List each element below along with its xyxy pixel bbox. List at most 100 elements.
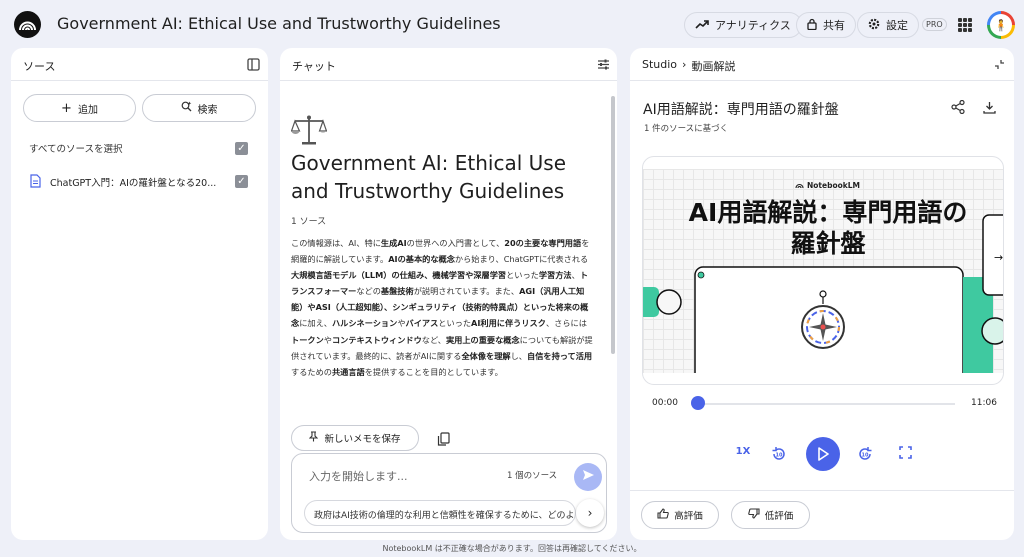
analytics-button[interactable]: アナリティクス (684, 12, 802, 38)
person-icon: 🧍 (990, 14, 1012, 36)
collapse-icon[interactable] (993, 58, 1006, 71)
add-source-button[interactable]: + 追加 (23, 94, 136, 122)
play-icon (818, 447, 829, 461)
share-button[interactable]: 共有 (796, 12, 856, 38)
forward-10-label: 10 (862, 453, 869, 459)
chevron-right-icon: › (682, 58, 687, 71)
pin-icon (309, 431, 319, 445)
studio-panel: Studio › 動画解説 AI用語解説：専門用語の羅針盤 1 件のソースに基づ… (630, 48, 1014, 540)
gear-icon (868, 18, 880, 33)
apps-grid-icon[interactable] (958, 18, 972, 32)
like-button[interactable]: 高評価 (641, 501, 719, 529)
summary-text: に加え、 (299, 318, 332, 329)
summary-text: し、 (510, 350, 527, 361)
source-item[interactable]: ChatGPT入門：AIの羅針盤となる20... ✓ (11, 170, 268, 194)
plus-icon: + (61, 100, 72, 116)
analytics-label: アナリティクス (715, 19, 791, 32)
summary-text: や (323, 334, 332, 345)
studio-divider (630, 490, 1014, 491)
send-button[interactable] (574, 463, 602, 491)
rewind-10-button[interactable]: 10 (770, 446, 788, 462)
sources-header: ソース (11, 48, 268, 81)
summary-bold-text: 実用上の重要な概念 (445, 334, 520, 345)
chat-input[interactable]: 入力を開始します... (309, 468, 408, 484)
video-illustration: → (643, 214, 1003, 373)
rewind-10-icon: 10 (772, 447, 785, 460)
summary-bold-text: AIの基本的な概念 (388, 254, 455, 265)
thumbs-down-icon (747, 508, 760, 522)
source-item-checkbox[interactable]: ✓ (235, 175, 248, 188)
pro-badge: PRO (922, 18, 947, 31)
summary-bold-text: 大規模言語モデル（LLM）の仕組み、機械学習や深層学習 (291, 270, 507, 281)
save-memo-label: 新しいメモを保存 (324, 434, 401, 445)
svg-text:→: → (994, 251, 1003, 264)
share-icon[interactable] (950, 99, 966, 115)
breadcrumb-current: 動画解説 (691, 60, 736, 73)
notebook-title[interactable]: Government AI: Ethical Use and Trustwort… (57, 14, 501, 33)
rewind-10-label: 10 (776, 453, 783, 459)
save-memo-button[interactable]: 新しいメモを保存 (291, 425, 419, 451)
source-summary: この情報源は、AI、特に生成AIの世界への入門書として、20の主要な専門用語を網… (291, 235, 594, 380)
share-label: 共有 (823, 19, 845, 32)
select-all-checkbox[interactable]: ✓ (235, 142, 248, 155)
forward-10-button[interactable]: 10 (856, 446, 874, 462)
summary-bold-text: コンテキストウィンドウ (331, 334, 422, 345)
summary-text: といった (438, 318, 472, 329)
scales-icon (290, 114, 328, 150)
chat-title: チャット (292, 60, 336, 73)
user-avatar[interactable]: 🧍 (987, 11, 1015, 39)
top-bar: Government AI: Ethical Use and Trustwort… (0, 0, 1024, 48)
video-player[interactable]: NotebookLM AI用語解説：専門用語の羅針盤 → (643, 169, 1003, 373)
video-card: NotebookLM AI用語解説：専門用語の羅針盤 → (642, 156, 1004, 385)
fullscreen-button[interactable] (897, 446, 913, 459)
thumbs-up-icon (657, 508, 670, 522)
send-icon (582, 469, 595, 485)
summary-text: など、 (421, 334, 446, 345)
summary-bold-text: AI利用に伴うリスク (471, 318, 546, 329)
sources-title: ソース (23, 60, 56, 73)
forward-10-icon: 10 (859, 447, 872, 460)
summary-text: から始まり、ChatGPTに代表される (454, 254, 589, 265)
summary-bold-text: 学習方法 (538, 270, 572, 281)
video-subtitle: 1 件のソースに基づく (644, 124, 729, 134)
summary-text: が説明されています。また、 (413, 286, 520, 297)
fullscreen-icon (898, 446, 912, 459)
playback-speed-button[interactable]: 1X (732, 446, 754, 457)
summary-bold-text: 基盤技術 (380, 286, 414, 297)
search-source-button[interactable]: 検索 (142, 94, 256, 122)
lock-icon (807, 18, 817, 33)
summary-text: などの (356, 286, 381, 297)
suggested-question[interactable]: 政府はAI技術の倫理的な利用と信頼性を確保するために、どのよ (304, 500, 576, 526)
chat-input-box[interactable]: 入力を開始します... 1 個のソース 政府はAI技術の倫理的な利用と信頼性を確… (291, 453, 607, 533)
dislike-button[interactable]: 低評価 (731, 501, 810, 529)
studio-header: Studio › 動画解説 (630, 48, 1014, 81)
progress-track[interactable] (697, 403, 955, 405)
summary-text: といった (506, 270, 539, 281)
copy-icon[interactable] (437, 431, 450, 450)
play-button[interactable] (806, 437, 840, 471)
input-source-count: 1 個のソース (507, 471, 558, 481)
summary-bold-text: トークン (291, 334, 324, 345)
footer-disclaimer: NotebookLM は不正確な場合があります。回答は再確認してください。 (382, 544, 642, 553)
tune-icon[interactable] (596, 57, 610, 71)
summary-text: 、 (571, 270, 580, 281)
summary-bold-text: ハルシネーション (331, 318, 398, 329)
breadcrumb-studio[interactable]: Studio (642, 58, 677, 74)
notebooklm-logo-icon[interactable] (14, 11, 41, 38)
chevron-right-icon[interactable]: › (576, 499, 604, 527)
search-sparkle-icon (181, 101, 192, 115)
summary-bold-text: 自信を持って活用 (527, 350, 593, 361)
settings-label: 設定 (886, 19, 908, 32)
dislike-label: 低評価 (764, 511, 794, 522)
summary-text: の世界への入門書として、 (406, 238, 505, 248)
collapse-panel-icon[interactable] (246, 57, 260, 71)
time-current: 00:00 (652, 398, 678, 408)
summary-bold-text: 生成AI (380, 238, 407, 248)
progress-knob[interactable] (691, 396, 705, 410)
add-source-label: 追加 (77, 104, 98, 116)
settings-button[interactable]: 設定 (857, 12, 919, 38)
time-total: 11:06 (971, 398, 997, 408)
summary-text: を提供することを目的としています。 (364, 366, 503, 377)
download-icon[interactable] (981, 99, 997, 115)
chat-scrollbar[interactable] (611, 96, 615, 354)
